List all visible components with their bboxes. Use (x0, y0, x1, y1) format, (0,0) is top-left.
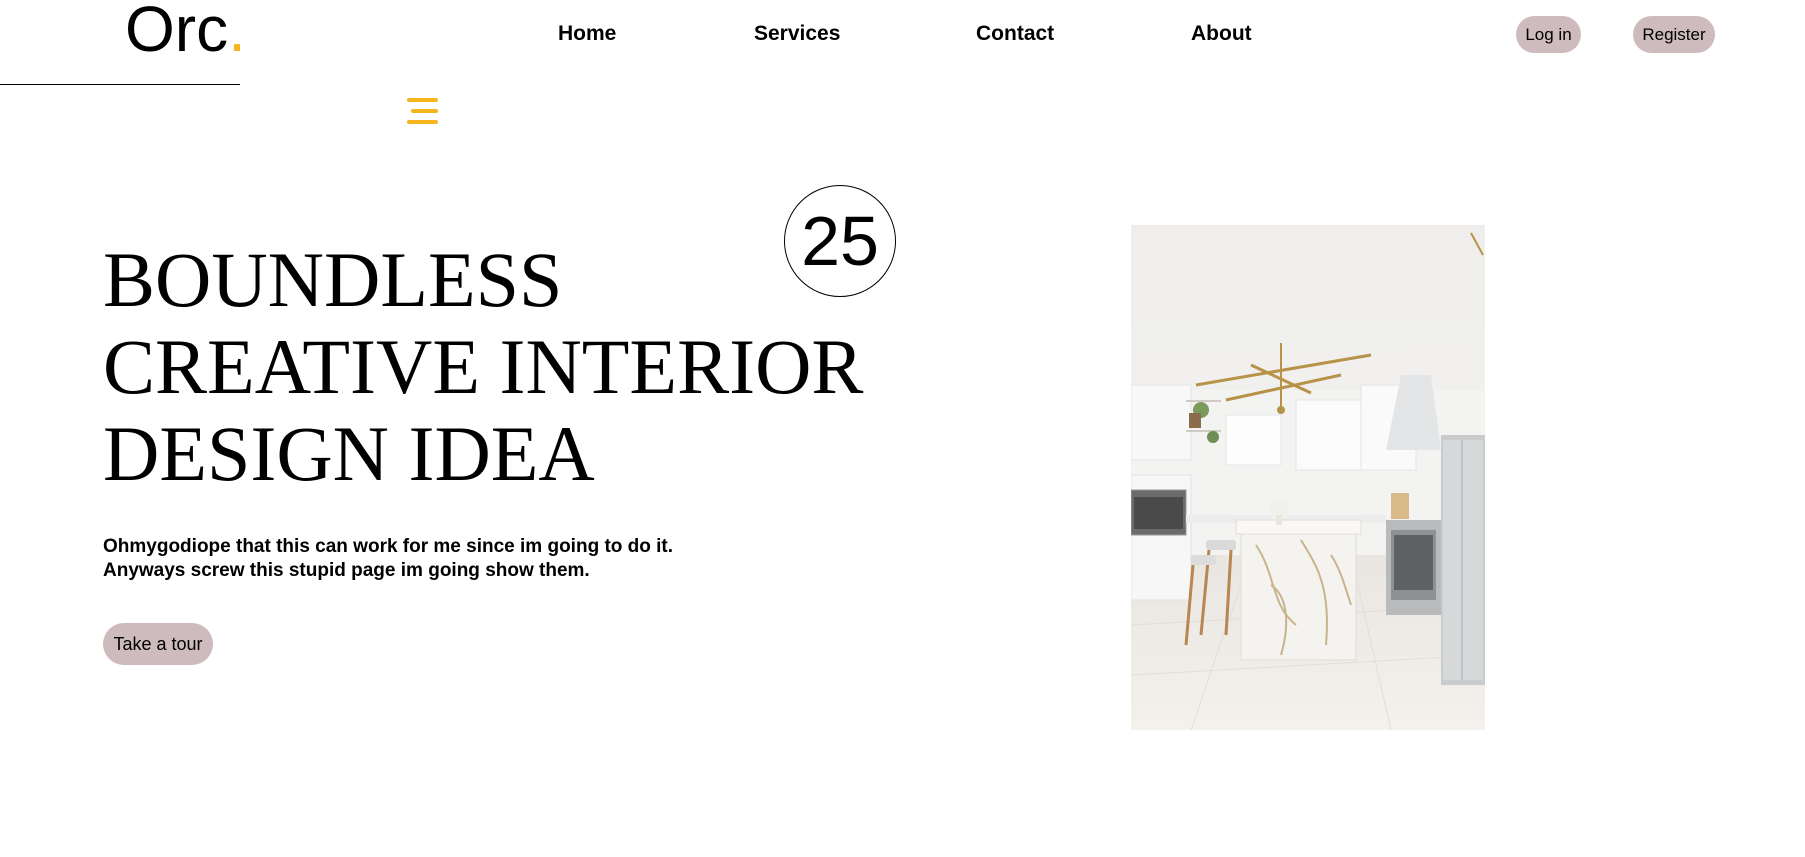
brand-dot: . (228, 0, 246, 65)
hero-headline: BOUNDLESS CREATIVE INTERIOR DESIGN IDEA (103, 236, 863, 497)
headline-line: CREATIVE INTERIOR (103, 323, 864, 410)
register-button[interactable]: Register (1633, 16, 1715, 53)
hero-subtext: Ohmygodiope that this can work for me si… (103, 535, 673, 583)
hamburger-bar (411, 109, 438, 113)
brand-logo[interactable]: Orc. (125, 0, 246, 64)
headline-line: BOUNDLESS (103, 236, 563, 323)
nav-contact-link[interactable]: Contact (976, 22, 1054, 46)
hamburger-menu-icon[interactable] (407, 98, 438, 124)
nav-about-link[interactable]: About (1191, 22, 1252, 46)
nav-home-link[interactable]: Home (558, 22, 616, 46)
subtext-line: Ohmygodiope that this can work for me si… (103, 536, 674, 557)
logo-underline (0, 84, 240, 85)
hamburger-bar (407, 98, 438, 102)
headline-line: DESIGN IDEA (103, 410, 595, 497)
subtext-line: Anyways screw this stupid page im going … (103, 560, 590, 581)
login-button[interactable]: Log in (1516, 16, 1581, 53)
kitchen-photo (1131, 225, 1485, 730)
nav-services-link[interactable]: Services (754, 22, 840, 46)
brand-name: Orc (125, 0, 229, 65)
take-a-tour-button[interactable]: Take a tour (103, 623, 213, 665)
hamburger-bar (407, 120, 438, 124)
